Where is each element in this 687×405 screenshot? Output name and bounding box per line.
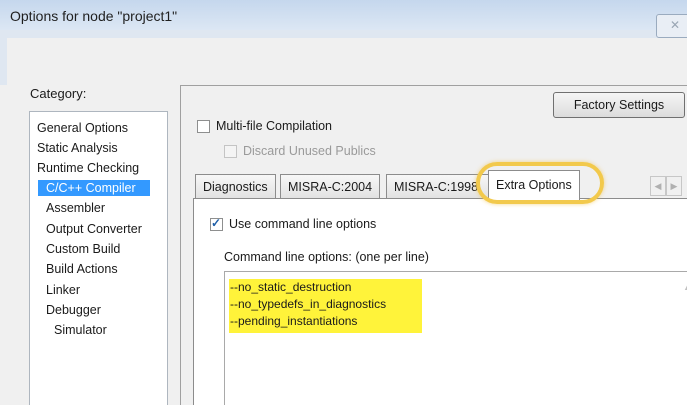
category-item-cpp-compiler[interactable]: C/C++ Compiler xyxy=(38,180,150,196)
category-item-debugger[interactable]: Debugger xyxy=(46,302,101,318)
window-title: Options for node "project1" xyxy=(10,8,178,24)
category-item-runtime-checking[interactable]: Runtime Checking xyxy=(37,160,139,176)
tab-highlight-ring xyxy=(476,162,604,204)
category-list[interactable]: General Options Static Analysis Runtime … xyxy=(29,111,168,405)
category-item-output-converter[interactable]: Output Converter xyxy=(46,221,142,237)
category-item-general-options[interactable]: General Options xyxy=(37,120,128,136)
use-cmdline-label: Use command line options xyxy=(229,217,377,231)
factory-settings-button[interactable]: Factory Settings xyxy=(553,92,685,118)
category-item-custom-build[interactable]: Custom Build xyxy=(46,241,120,257)
cmdline-line: --pending_instantiations xyxy=(230,314,358,328)
close-icon: ✕ xyxy=(669,18,681,32)
category-item-build-actions[interactable]: Build Actions xyxy=(46,261,118,277)
cmdline-options-label: Command line options: (one per line) xyxy=(224,250,429,264)
multifile-label: Multi-file Compilation xyxy=(216,119,333,133)
title-bar[interactable]: Options for node "project1" ✕ xyxy=(0,0,687,38)
category-item-assembler[interactable]: Assembler xyxy=(46,200,105,216)
tab-misra-2004[interactable]: MISRA-C:2004 xyxy=(280,174,381,199)
multifile-checkbox[interactable] xyxy=(197,120,210,133)
cmdline-line: --no_static_destruction xyxy=(230,280,352,294)
tab-scroll-right-icon[interactable]: ▶ xyxy=(666,176,682,196)
category-item-linker[interactable]: Linker xyxy=(46,282,80,298)
discard-unused-label: Discard Unused Publics xyxy=(243,144,376,158)
use-cmdline-checkbox[interactable] xyxy=(210,216,223,231)
extra-options-tab-body: Use command line options Command line op… xyxy=(193,198,687,405)
cmdline-textarea[interactable]: --no_static_destruction --no_typedefs_in… xyxy=(224,271,687,405)
tab-scroll-left-icon[interactable]: ◀ xyxy=(650,176,666,196)
tab-diagnostics[interactable]: Diagnostics xyxy=(195,174,276,199)
category-label: Category: xyxy=(30,86,87,101)
cmdline-line: --no_typedefs_in_diagnostics xyxy=(230,297,387,311)
close-button[interactable]: ✕ xyxy=(656,14,687,38)
discard-unused-checkbox[interactable] xyxy=(224,145,237,158)
category-item-static-analysis[interactable]: Static Analysis xyxy=(37,140,118,156)
scroll-up-icon[interactable]: ▲ xyxy=(683,282,687,292)
options-dialog: Options for node "project1" ✕ Category: … xyxy=(0,0,687,405)
category-item-simulator[interactable]: Simulator xyxy=(54,322,107,338)
